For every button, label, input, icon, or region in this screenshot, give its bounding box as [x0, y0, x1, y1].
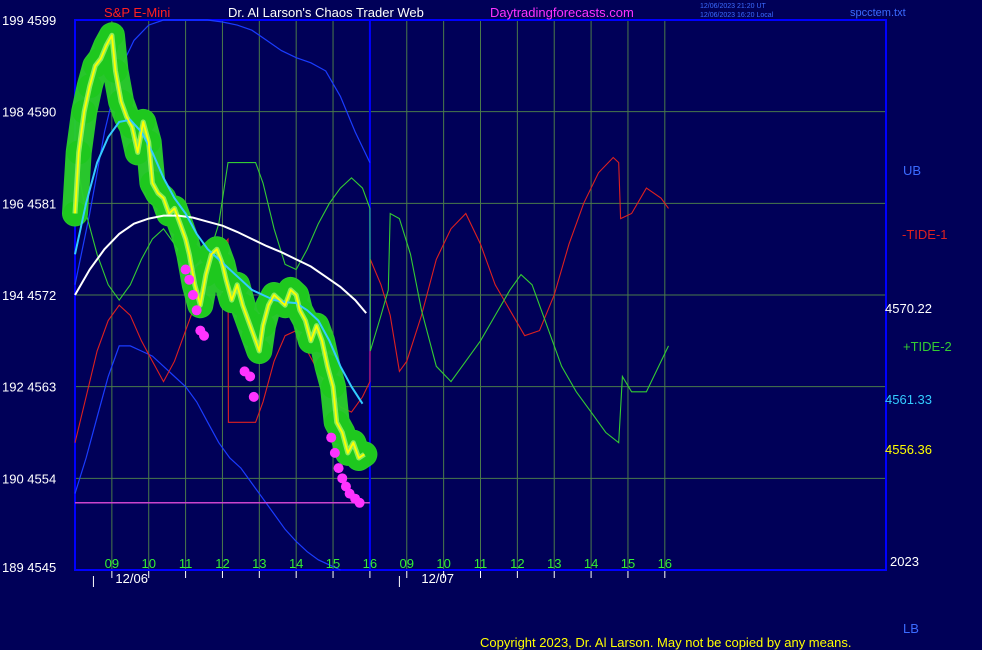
- low-marker-8: [248, 391, 259, 402]
- data-file-label: spcctem.txt: [850, 7, 906, 19]
- x-tick-label-13: 14: [584, 556, 598, 571]
- y-tick-label-6: 189 4545: [2, 560, 56, 575]
- x-tick-label-4: 13: [252, 556, 266, 571]
- x-tick-label-14: 15: [621, 556, 635, 571]
- fast-ma-value-label: 4561.33: [885, 392, 932, 407]
- low-marker-1: [184, 274, 195, 285]
- low-marker-3: [191, 305, 202, 316]
- x-tick-label-10: 11: [474, 556, 488, 571]
- slow-ma-value-label: 4570.22: [885, 301, 932, 316]
- x-tick-label-6: 15: [326, 556, 340, 571]
- x-tick-label-9: 10: [436, 556, 450, 571]
- price-value-label: 4556.36: [885, 442, 932, 457]
- low-marker-7: [245, 371, 256, 382]
- low-marker-11: [333, 463, 344, 474]
- low-marker-5: [199, 330, 210, 341]
- header-title: Dr. Al Larson's Chaos Trader Web: [228, 5, 424, 20]
- chaos-trader-chart: 199 4599 198 4590 196 4581 194 4572 192 4563…: [0, 0, 982, 650]
- date-label-1: 12/07: [421, 571, 454, 586]
- timestamp-local: 12/06/2023 16:20 Local: [700, 12, 774, 19]
- x-tick-label-7: 16: [363, 556, 377, 571]
- low-marker-16: [354, 497, 365, 508]
- y-tick-label-0: 199 4599: [2, 13, 56, 28]
- x-tick-label-2: 11: [179, 556, 193, 571]
- low-marker-2: [187, 290, 198, 300]
- y-tick-label-3: 194 4572: [2, 288, 56, 303]
- year-label: 2023: [890, 554, 919, 569]
- copyright-text: Copyright 2023, Dr. Al Larson. May not b…: [480, 635, 851, 650]
- low-marker-9: [326, 432, 337, 443]
- x-tick-label-12: 13: [547, 556, 561, 571]
- x-tick-label-15: 16: [658, 556, 672, 571]
- x-tick-label-5: 14: [289, 556, 303, 571]
- y-tick-label-1: 198 4590: [2, 105, 56, 120]
- timestamp-ut: 12/06/2023 21:20 UT: [700, 3, 766, 10]
- chart-background: [0, 0, 982, 650]
- x-tick-label-1: 10: [141, 556, 155, 571]
- low-marker-0: [180, 264, 191, 275]
- ub-label: UB: [903, 163, 921, 178]
- x-tick-label-11: 12: [510, 556, 524, 571]
- y-tick-label-5: 190 4554: [2, 471, 56, 486]
- y-tick-label-4: 192 4563: [2, 380, 56, 395]
- y-tick-label-2: 196 4581: [2, 196, 56, 211]
- x-tick-label-8: 09: [400, 556, 414, 571]
- low-marker-10: [329, 447, 340, 458]
- lb-label: LB: [903, 621, 919, 636]
- tide2-label: +TIDE-2: [903, 339, 952, 354]
- symbol-label: S&P E-Mini: [104, 5, 170, 20]
- site-link[interactable]: Daytradingforecasts.com: [490, 5, 634, 20]
- x-tick-label-3: 12: [215, 556, 229, 571]
- date-label-0: 12/06: [115, 571, 148, 586]
- tide1-label: -TIDE-1: [902, 227, 948, 242]
- x-tick-label-0: 09: [105, 556, 119, 571]
